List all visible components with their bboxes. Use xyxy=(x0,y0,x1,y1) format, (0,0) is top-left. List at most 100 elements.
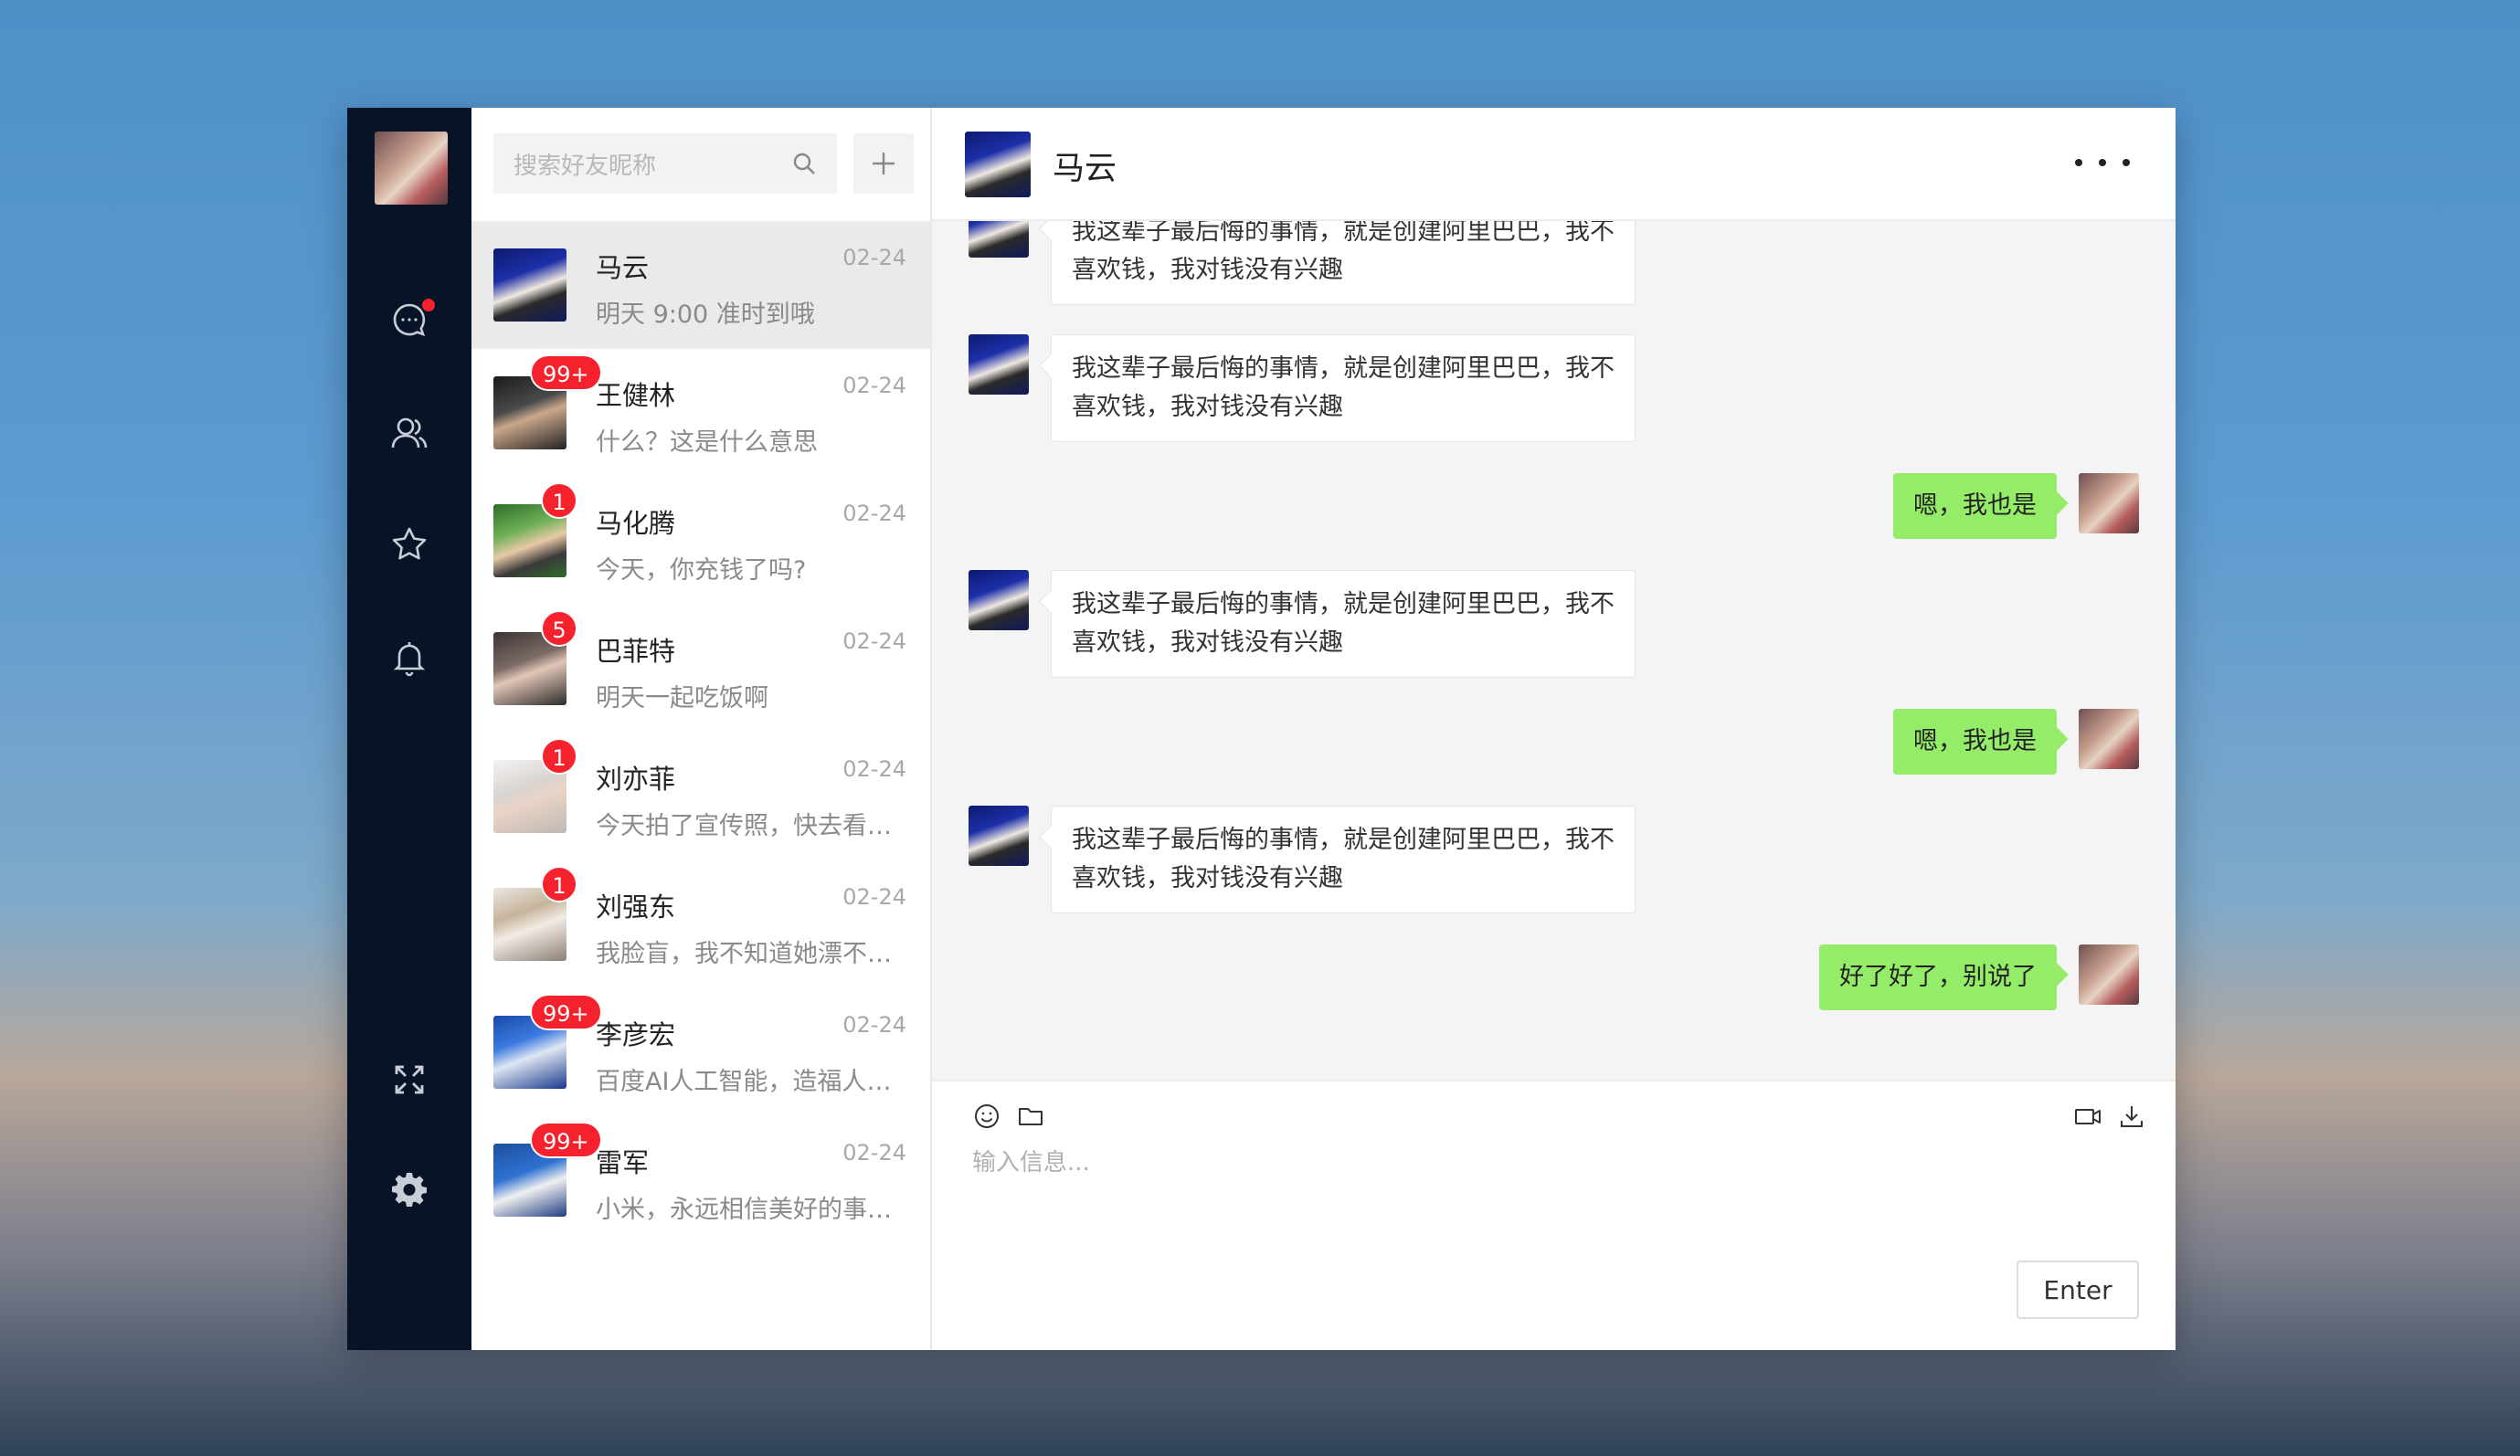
unread-dot xyxy=(422,299,435,311)
video-call-button[interactable] xyxy=(2071,1100,2104,1133)
nav-notifications-button[interactable] xyxy=(347,621,471,694)
unread-badge: 1 xyxy=(541,866,577,902)
message-outgoing: 嗯，我也是 xyxy=(1893,473,2139,539)
star-icon xyxy=(392,527,427,560)
message-bubble: 好了好了，别说了 xyxy=(1819,944,2057,1010)
my-avatar[interactable] xyxy=(2079,944,2139,1005)
contact-date: 02-24 xyxy=(842,245,906,270)
contact-last-message: 我脸盲，我不知道她漂不漂亮 xyxy=(596,940,906,968)
contact-last-message: 今天拍了宣传照，快去看看吧 xyxy=(596,812,906,840)
plus-icon xyxy=(873,153,895,174)
contact-item[interactable]: 5 巴菲特 02-24 明天一起吃饭啊 xyxy=(471,605,930,733)
unread-badge: 5 xyxy=(541,610,577,647)
message-list[interactable]: 我这辈子最后悔的事情，就是创建阿里巴巴，我不喜欢钱，我对钱没有兴趣 我这辈子最后… xyxy=(932,221,2176,1080)
unread-badge: 99+ xyxy=(530,354,602,391)
contact-item[interactable]: 99+ 李彦宏 02-24 百度AI人工智能，造福人类社会 xyxy=(471,988,930,1116)
contact-name: 王健林 xyxy=(596,380,676,411)
message-incoming: 我这辈子最后悔的事情，就是创建阿里巴巴，我不喜欢钱，我对钱没有兴趣 xyxy=(969,570,1636,678)
contact-date: 02-24 xyxy=(842,884,906,910)
message-bubble: 嗯，我也是 xyxy=(1893,709,2057,775)
unread-badge: 1 xyxy=(541,482,577,519)
contact-last-message: 明天一起吃饭啊 xyxy=(596,684,768,712)
unread-badge: 99+ xyxy=(530,994,602,1030)
contact-date: 02-24 xyxy=(842,1140,906,1166)
contact-name: 雷军 xyxy=(596,1147,650,1178)
chat-title: 马云 xyxy=(1053,151,1117,187)
message-bubble: 我这辈子最后悔的事情，就是创建阿里巴巴，我不喜欢钱，我对钱没有兴趣 xyxy=(1051,806,1636,913)
contact-name: 巴菲特 xyxy=(596,636,676,667)
contact-date: 02-24 xyxy=(842,373,906,398)
unread-badge: 99+ xyxy=(530,1122,602,1158)
settings-icon xyxy=(392,1173,427,1207)
sender-avatar[interactable] xyxy=(969,570,1029,630)
more-dot-icon xyxy=(2123,159,2130,166)
file-button[interactable] xyxy=(1014,1100,1047,1133)
unread-badge: 1 xyxy=(541,738,577,775)
contacts-icon xyxy=(391,417,428,448)
contact-name: 刘亦菲 xyxy=(596,764,676,795)
message-composer: 输入信息... Enter xyxy=(932,1080,2176,1350)
my-avatar[interactable] xyxy=(2079,709,2139,769)
chat-contact-avatar[interactable] xyxy=(965,132,1031,197)
emoji-icon xyxy=(975,1104,999,1128)
nav-favorites-button[interactable] xyxy=(347,508,471,581)
message-incoming: 我这辈子最后悔的事情，就是创建阿里巴巴，我不喜欢钱，我对钱没有兴趣 xyxy=(969,806,1636,913)
message-input[interactable]: 输入信息... xyxy=(972,1144,2139,1244)
chat-app-window: 搜索好友昵称 马云 02-24 明天 9:00 准时到哦 99+ 王健林 02-… xyxy=(347,108,2176,1350)
contact-name: 马化腾 xyxy=(596,508,676,539)
send-button[interactable]: Enter xyxy=(2017,1261,2139,1319)
message-bubble: 嗯，我也是 xyxy=(1893,473,2057,539)
folder-icon xyxy=(1019,1108,1043,1125)
message-outgoing: 嗯，我也是 xyxy=(1893,709,2139,775)
fullscreen-toggle[interactable] xyxy=(347,1043,471,1116)
contact-item[interactable]: 99+ 王健林 02-24 什么？这是什么意思 xyxy=(471,349,930,477)
contact-last-message: 今天，你充钱了吗? xyxy=(596,556,807,585)
contact-item[interactable]: 马云 02-24 明天 9:00 准时到哦 xyxy=(471,221,930,349)
settings-button[interactable] xyxy=(347,1153,471,1226)
download-button[interactable] xyxy=(2115,1100,2148,1133)
nav-sidebar xyxy=(347,108,471,1350)
contact-item[interactable]: 1 马化腾 02-24 今天，你充钱了吗? xyxy=(471,477,930,605)
contact-last-message: 小米，永远相信美好的事情即将发生 xyxy=(596,1196,906,1224)
contact-list: 马云 02-24 明天 9:00 准时到哦 99+ 王健林 02-24 什么？这… xyxy=(471,221,930,1244)
message-bubble: 我这辈子最后悔的事情，就是创建阿里巴巴，我不喜欢钱，我对钱没有兴趣 xyxy=(1051,221,1636,305)
conversation-list-panel: 搜索好友昵称 马云 02-24 明天 9:00 准时到哦 99+ 王健林 02-… xyxy=(471,108,932,1350)
search-icon xyxy=(793,153,815,174)
chat-header: 马云 xyxy=(932,108,2176,221)
more-dot-icon xyxy=(2075,159,2082,166)
contact-date: 02-24 xyxy=(842,628,906,654)
search-input[interactable]: 搜索好友昵称 xyxy=(493,133,837,194)
emoji-button[interactable] xyxy=(970,1100,1003,1133)
message-bubble: 我这辈子最后悔的事情，就是创建阿里巴巴，我不喜欢钱，我对钱没有兴趣 xyxy=(1051,334,1636,442)
contact-date: 02-24 xyxy=(842,501,906,526)
add-friend-button[interactable] xyxy=(853,133,914,194)
user-avatar[interactable] xyxy=(375,132,448,205)
video-icon xyxy=(2075,1109,2101,1124)
message-outgoing: 好了好了，别说了 xyxy=(1819,944,2139,1010)
contact-last-message: 百度AI人工智能，造福人类社会 xyxy=(596,1068,906,1096)
message-incoming: 我这辈子最后悔的事情，就是创建阿里巴巴，我不喜欢钱，我对钱没有兴趣 xyxy=(969,334,1636,442)
contact-item[interactable]: 99+ 雷军 02-24 小米，永远相信美好的事情即将发生 xyxy=(471,1116,930,1244)
message-incoming: 我这辈子最后悔的事情，就是创建阿里巴巴，我不喜欢钱，我对钱没有兴趣 xyxy=(969,221,1636,305)
nav-contacts-button[interactable] xyxy=(347,396,471,470)
contact-avatar xyxy=(493,248,566,322)
fullscreen-icon xyxy=(395,1065,424,1094)
contact-date: 02-24 xyxy=(842,1012,906,1038)
sender-avatar[interactable] xyxy=(969,806,1029,866)
contact-name: 马云 xyxy=(596,252,650,283)
sender-avatar[interactable] xyxy=(969,334,1029,395)
sender-avatar[interactable] xyxy=(969,221,1029,258)
contact-last-message: 明天 9:00 准时到哦 xyxy=(596,301,815,329)
contact-item[interactable]: 1 刘强东 02-24 我脸盲，我不知道她漂不漂亮 xyxy=(471,860,930,988)
nav-chat-button[interactable] xyxy=(347,283,471,356)
more-options-button[interactable] xyxy=(2075,144,2130,181)
bell-icon xyxy=(393,642,426,677)
download-icon xyxy=(2121,1106,2143,1127)
my-avatar[interactable] xyxy=(2079,473,2139,533)
contact-name: 刘强东 xyxy=(596,892,676,923)
message-bubble: 我这辈子最后悔的事情，就是创建阿里巴巴，我不喜欢钱，我对钱没有兴趣 xyxy=(1051,570,1636,678)
more-dot-icon xyxy=(2099,159,2106,166)
contact-name: 李彦宏 xyxy=(596,1019,676,1050)
contact-date: 02-24 xyxy=(842,756,906,782)
contact-item[interactable]: 1 刘亦菲 02-24 今天拍了宣传照，快去看看吧 xyxy=(471,733,930,860)
